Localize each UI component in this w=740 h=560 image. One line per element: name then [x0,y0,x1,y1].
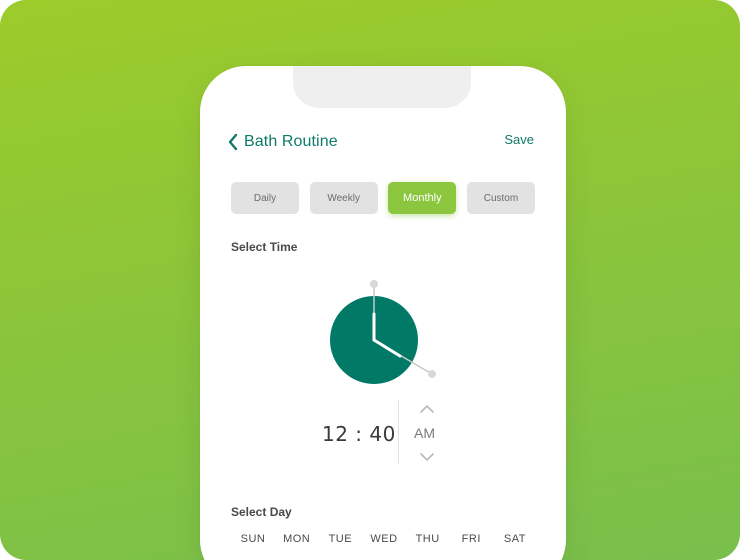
hour-handle[interactable] [428,370,436,378]
select-time-label: Select Time [231,240,298,254]
period-value: AM [414,425,435,441]
day-sat[interactable]: SAT [496,533,534,545]
chevron-up-icon [420,405,434,413]
day-wed[interactable]: WED [365,533,403,545]
clock-picker[interactable] [322,276,442,396]
minute-handle[interactable] [370,280,378,288]
save-button[interactable]: Save [504,132,534,147]
back-button[interactable]: Bath Routine [228,130,338,154]
day-sun[interactable]: SUN [234,533,272,545]
day-selector: SUN MON TUE WED THU FRI SAT [234,533,534,545]
time-value[interactable]: 12 : 40 [322,422,396,446]
divider [398,400,399,464]
clock-icon [330,280,436,384]
day-mon[interactable]: MON [278,533,316,545]
frequency-weekly-button[interactable]: Weekly [309,182,378,214]
frequency-selector: Daily Weekly Monthly Custom [231,182,535,214]
period-down-button[interactable] [418,450,436,462]
frequency-custom-button[interactable]: Custom [466,182,535,214]
day-fri[interactable]: FRI [452,533,490,545]
chevron-down-icon [420,453,434,461]
chevron-left-icon [228,133,238,151]
frequency-daily-button[interactable]: Daily [231,182,299,214]
day-thu[interactable]: THU [409,533,447,545]
header: Bath Routine Save [228,130,534,154]
select-day-label: Select Day [231,505,292,519]
day-tue[interactable]: TUE [321,533,359,545]
page-title: Bath Routine [244,133,338,150]
phone-notch [293,66,471,108]
background: Bath Routine Save Daily Weekly Monthly C… [0,0,740,560]
frequency-monthly-button[interactable]: Monthly [388,182,457,214]
time-readout: 12 : 40 AM [200,396,566,466]
phone-frame: Bath Routine Save Daily Weekly Monthly C… [200,66,566,560]
period-up-button[interactable] [418,402,436,414]
